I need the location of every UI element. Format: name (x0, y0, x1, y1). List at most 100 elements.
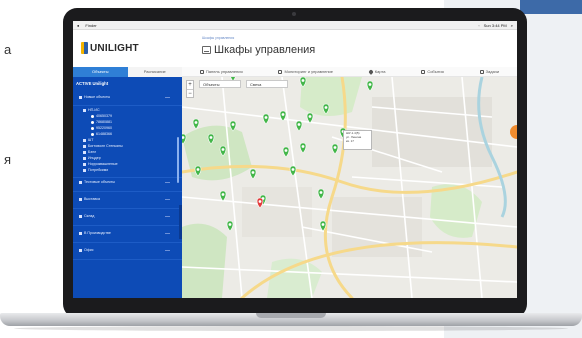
divider (73, 191, 182, 192)
unilight-logo[interactable]: UNILIGHT (81, 42, 139, 54)
laptop-notch (256, 313, 326, 318)
tree-leaf[interactable]: 95220960 (91, 126, 112, 130)
search-icon[interactable]: ⌕ (511, 21, 513, 30)
tab-objects[interactable]: Объекты (73, 67, 128, 77)
laptop-shadow (14, 326, 568, 331)
folder-icon (79, 197, 82, 201)
tree-leaf[interactable]: 78680881 (91, 120, 112, 124)
toolbar-monitoring[interactable]: Мониторинг и управление (278, 69, 333, 74)
map-marker[interactable] (366, 80, 374, 92)
tree-item[interactable]: ШТ (83, 138, 94, 142)
tab-schedule[interactable]: Расписание (127, 67, 182, 77)
map-marker[interactable] (331, 143, 339, 155)
chevron-down-icon[interactable] (165, 233, 170, 234)
tree-group-new-objects[interactable]: Новые объекты (79, 95, 110, 99)
tree-section[interactable]: Выставка (79, 197, 100, 201)
map-marker[interactable] (192, 118, 200, 130)
filter-objects-select[interactable]: Объекты (199, 80, 241, 88)
map-marker[interactable] (282, 146, 290, 158)
map-park (300, 77, 362, 116)
filter-lights-select[interactable]: Свеча (246, 80, 288, 88)
toolbar-dashboard[interactable]: Панель управления (199, 69, 243, 74)
tree-leaf[interactable]: 40650379 (91, 114, 112, 118)
wifi-icon[interactable]: ◦ (478, 21, 479, 30)
monitor-icon (278, 69, 283, 74)
divider (73, 177, 182, 178)
toolbar-map[interactable]: Карта (367, 68, 386, 75)
background-accent-bar (520, 0, 582, 14)
folder-icon (83, 156, 86, 160)
pin-icon (91, 132, 94, 136)
tree-item[interactable]: Инцдер (83, 156, 101, 160)
folder-icon (79, 231, 82, 235)
divider (73, 225, 182, 226)
tree-section[interactable]: В Производстве (79, 231, 111, 235)
menubar-clock[interactable]: Sun 3:44 PM (484, 21, 507, 30)
folder-icon (83, 168, 86, 172)
folder-icon (83, 144, 86, 148)
map-view[interactable]: + − Объекты Свеча ШУ-1.4(5) ул. Ленина к… (182, 77, 517, 298)
divider (73, 242, 182, 243)
map-park (182, 125, 252, 181)
map-zoom-control: + − (186, 80, 194, 98)
background-text-fragment: я (4, 152, 12, 167)
tree-group[interactable]: НП-ИС (83, 108, 100, 112)
app-header: UNILIGHT Шкафы управления Шкафы управлен… (73, 30, 517, 67)
map-pin-icon (367, 68, 374, 75)
map-canvas[interactable] (182, 77, 517, 298)
map-marker[interactable] (262, 113, 270, 125)
folder-icon (79, 248, 82, 252)
map-marker[interactable] (249, 168, 257, 180)
page-title: Шкафы управления (202, 44, 315, 56)
zoom-out-button[interactable]: − (187, 90, 193, 99)
chevron-down-icon[interactable] (165, 216, 170, 217)
main-toolbar: Панель управления Мониторинг и управлени… (182, 67, 517, 77)
pin-icon (91, 114, 94, 118)
map-marker[interactable] (226, 220, 234, 232)
tree-section[interactable]: Склад (79, 214, 94, 218)
folder-icon (79, 180, 82, 184)
folder-icon (79, 95, 82, 99)
divider (73, 105, 182, 106)
map-action-button[interactable] (510, 125, 517, 139)
map-marker[interactable] (219, 190, 227, 202)
popup-line: кв. 17 (346, 138, 354, 143)
divider (73, 208, 182, 209)
zoom-in-button[interactable]: + (187, 81, 193, 90)
menubar-app-name[interactable]: Finder (85, 21, 96, 30)
pin-icon (91, 120, 94, 124)
folder-icon (83, 162, 86, 166)
cabinet-icon (202, 46, 211, 54)
toolbar-events[interactable]: События (421, 69, 444, 74)
map-park (182, 223, 227, 298)
chevron-down-icon[interactable] (165, 182, 170, 183)
toolbar-tasks[interactable]: Задачи (479, 69, 499, 74)
chart-icon (199, 69, 204, 74)
map-marker[interactable] (295, 120, 303, 132)
map-popup[interactable]: ШУ-1.4(5) ул. Ленина кв. 17 (343, 130, 372, 150)
divider (73, 259, 182, 260)
tree-item[interactable]: Потребкими (83, 168, 108, 172)
tree-item[interactable]: Бэнл (83, 150, 96, 154)
chevron-down-icon[interactable] (165, 97, 170, 98)
tree-header: ACTIVE Unilight (76, 81, 109, 86)
sidebar-scrollbar[interactable] (177, 137, 179, 183)
folder-icon (83, 138, 86, 142)
tree-item[interactable]: Норроквашленые (83, 162, 118, 166)
apple-icon[interactable]: ● (77, 21, 79, 30)
breadcrumb[interactable]: Шкафы управления (202, 36, 234, 40)
background-text-fragment: а (4, 42, 12, 57)
tree-item[interactable]: Бигтоволн Стеньяны (83, 144, 123, 148)
calendar-icon (421, 69, 426, 74)
map-marker[interactable] (317, 188, 325, 200)
sidebar-tabs: Объекты Расписание (73, 67, 182, 77)
folder-icon (83, 108, 86, 112)
tree-leaf[interactable]: 61488366 (91, 132, 112, 136)
map-marker[interactable] (299, 142, 307, 154)
chevron-down-icon[interactable] (165, 199, 170, 200)
tree-section[interactable]: Офис (79, 248, 94, 252)
tree-section[interactable]: Тестовые объекты (79, 180, 115, 184)
chevron-down-icon[interactable] (165, 250, 170, 251)
logo-mark-icon (81, 42, 88, 54)
sidebar-tree: ACTIVE Unilight Новые объекты НП-ИС 4065… (73, 77, 182, 298)
